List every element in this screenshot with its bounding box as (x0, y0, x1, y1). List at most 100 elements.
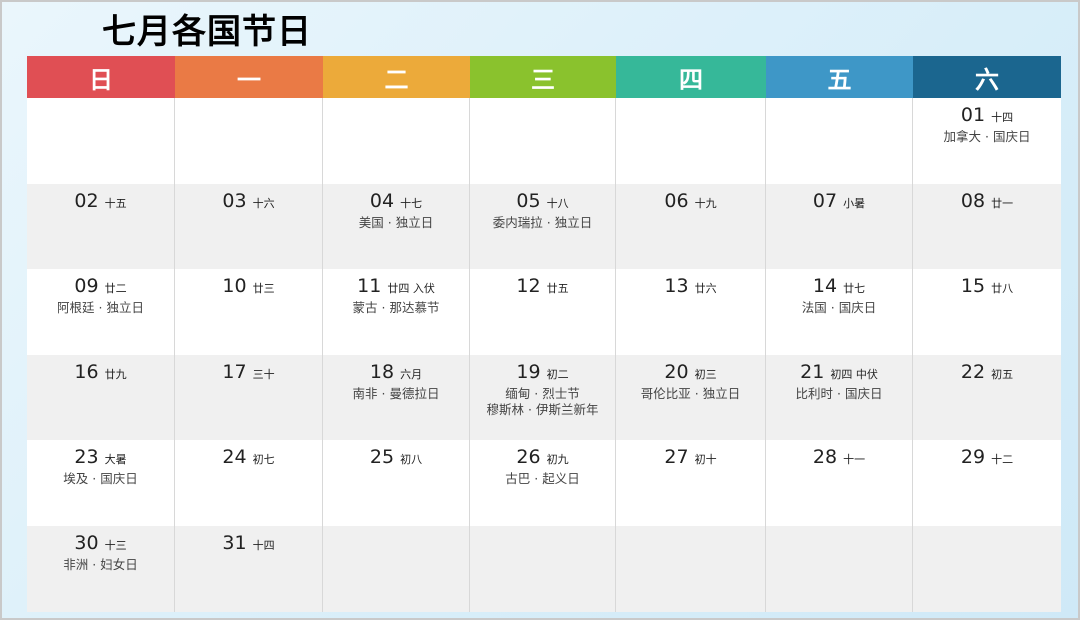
lunar-date: 初九 (546, 453, 569, 467)
day-header-line: 19 初二 (470, 361, 615, 385)
day-number: 23 (74, 446, 99, 469)
empty-day-cell (766, 98, 913, 184)
day-number: 20 (664, 360, 689, 383)
lunar-date: 初十 (694, 453, 717, 467)
empty-day-cell (323, 525, 470, 612)
holiday-label: 阿根廷 · 独立日 (57, 300, 144, 316)
lunar-date: 十八 (546, 196, 569, 210)
day-number: 11 (357, 275, 382, 298)
day-number: 22 (960, 360, 986, 383)
day-number: 15 (960, 275, 986, 298)
day-cell: 04 十七 美国 · 独立日 (323, 183, 470, 270)
day-number: 01 (960, 104, 986, 126)
lunar-date: 廿七 (843, 282, 866, 296)
holiday-label: 哥伦比亚 · 独立日 (640, 385, 741, 401)
day-header-line: 18 六月 (323, 361, 469, 385)
empty-day-cell (323, 98, 470, 184)
day-cell: 26 初九 古巴 · 起义日 (470, 440, 616, 526)
day-header-line: 12 廿五 (470, 275, 615, 299)
day-cell: 08 廿一 (913, 183, 1061, 270)
empty-day-cell (766, 525, 913, 612)
day-cell: 28 十一 (766, 440, 913, 526)
lunar-date: 十二 (991, 453, 1014, 467)
day-header-line: 29 十二 (913, 446, 1061, 470)
lunar-date: 十九 (694, 196, 717, 210)
weekday-header-cell: 三 (470, 56, 616, 98)
day-cell: 19 初二缅甸 · 烈士节 穆斯林 · 伊斯兰新年 (470, 354, 616, 441)
day-cell: 02 十五 (27, 183, 175, 270)
holiday-label: 穆斯林 · 伊斯兰新年 (486, 401, 599, 417)
lunar-date: 十四 (252, 538, 275, 552)
weekday-header-cell: 六 (913, 56, 1061, 98)
lunar-date: 初二 (546, 367, 569, 381)
day-header-line: 31 十四 (175, 532, 322, 556)
day-header-line: 25 初八 (323, 446, 469, 470)
holiday-label: 比利时 · 国庆日 (795, 385, 883, 401)
day-header-line: 17 三十 (175, 361, 322, 385)
lunar-date: 大暑 (104, 453, 127, 467)
day-number: 19 (516, 360, 541, 383)
holiday-label: 埃及 · 国庆日 (63, 471, 138, 487)
weekday-header-cell: 二 (323, 56, 470, 98)
holiday-label: 蒙古 · 那达慕节 (352, 300, 440, 316)
weekday-header: 日一二三四五六 (27, 56, 1061, 98)
weekday-header-cell: 五 (766, 56, 913, 98)
day-header-line: 09 廿二 (27, 275, 174, 299)
slide-frame: 七月各国节日 日一二三四五六 01 十四 加拿大 · 国庆日 02 十五 03 十六 04 十七… (0, 0, 1080, 620)
day-header-line: 14 廿七 (766, 275, 912, 299)
day-header-line: 03 十六 (175, 190, 322, 214)
lunar-date: 十五 (104, 196, 127, 210)
day-cell: 29 十二 (913, 440, 1061, 526)
lunar-date: 初八 (400, 453, 423, 467)
day-number: 28 (812, 446, 838, 469)
day-cell: 01 十四 加拿大 · 国庆日 (913, 98, 1061, 184)
day-number: 02 (74, 189, 99, 212)
day-number: 09 (74, 275, 99, 298)
empty-day-cell (913, 525, 1061, 612)
day-cell: 25 初八 (323, 440, 470, 526)
empty-day-cell (470, 98, 616, 184)
lunar-date: 廿三 (252, 282, 275, 296)
empty-day-cell (470, 525, 616, 612)
day-header-line: 22 初五 (913, 361, 1061, 385)
day-header-line: 06 十九 (616, 190, 765, 214)
lunar-date: 六月 (400, 367, 423, 381)
day-number: 08 (960, 189, 986, 212)
day-number: 29 (960, 446, 986, 469)
day-cell: 09 廿二 阿根廷 · 独立日 (27, 269, 175, 355)
day-cell: 15 廿八 (913, 269, 1061, 355)
day-cell: 23 大暑埃及 · 国庆日 (27, 440, 175, 526)
day-header-line: 27 初十 (616, 446, 765, 470)
weekday-header-cell: 四 (616, 56, 766, 98)
day-number: 16 (74, 360, 99, 383)
day-header-line: 08 廿一 (913, 190, 1061, 214)
day-number: 24 (222, 446, 247, 469)
day-header-line: 01 十四 (913, 104, 1061, 128)
day-header-line: 24 初七 (175, 446, 322, 470)
lunar-date: 初五 (991, 367, 1014, 381)
lunar-date: 初三 (694, 367, 717, 381)
lunar-date: 小暑 (843, 196, 866, 210)
lunar-date: 三十 (252, 367, 275, 381)
calendar: 日一二三四五六 01 十四 加拿大 · 国庆日 02 十五 03 十六 04 十七 美国 · 独立… (27, 56, 1061, 612)
day-number: 04 (369, 189, 395, 212)
day-number: 12 (516, 275, 541, 298)
day-cell: 06 十九 (616, 183, 766, 270)
day-number: 26 (516, 446, 541, 469)
day-cell: 21 初四 中伏 比利时 · 国庆日 (766, 354, 913, 441)
holiday-label: 加拿大 · 国庆日 (943, 129, 1031, 144)
day-header-line: 04 十七 (323, 190, 469, 214)
empty-day-cell (175, 98, 323, 184)
weekday-header-cell: 一 (175, 56, 323, 98)
holiday-label: 缅甸 · 烈士节 (505, 385, 580, 401)
lunar-date: 十一 (843, 453, 866, 467)
lunar-date: 十六 (252, 196, 275, 210)
day-header-line: 26 初九 (470, 446, 615, 470)
day-header-line: 13 廿六 (616, 275, 765, 299)
lunar-date: 廿五 (546, 282, 569, 296)
lunar-date: 廿六 (694, 282, 717, 296)
day-cell: 13 廿六 (616, 269, 766, 355)
holiday-label: 非洲 · 妇女日 (63, 556, 138, 572)
day-cell: 10 廿三 (175, 269, 323, 355)
weekday-header-cell: 日 (27, 56, 175, 98)
